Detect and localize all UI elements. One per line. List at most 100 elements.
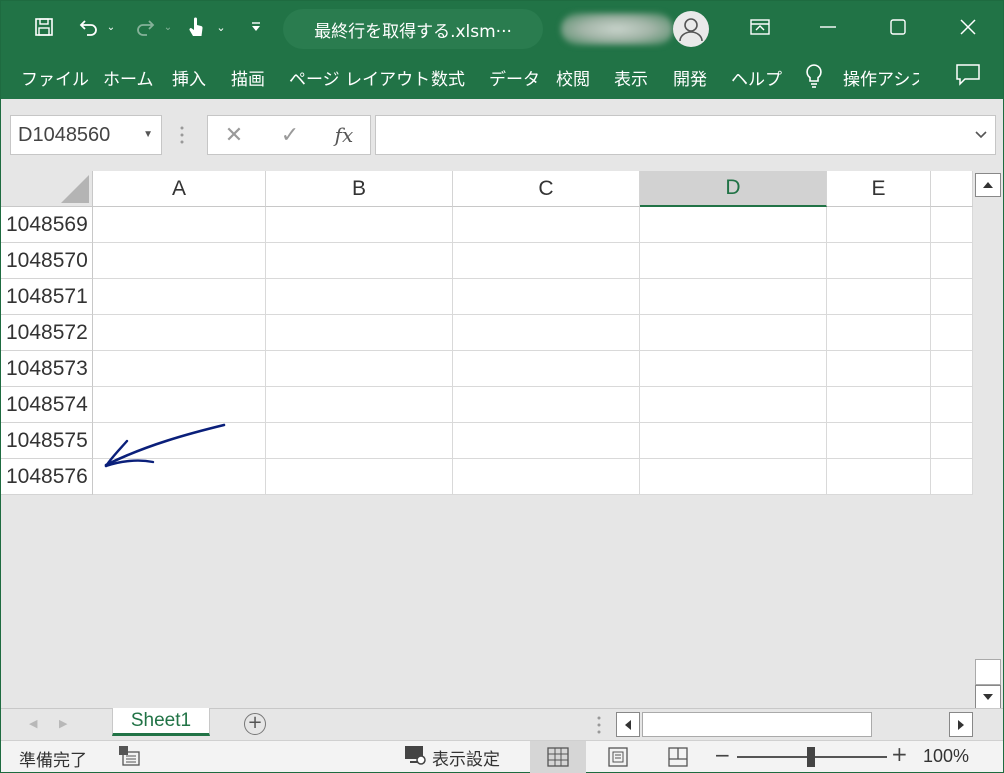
cell[interactable] <box>93 315 266 351</box>
normal-view-icon[interactable] <box>530 741 586 773</box>
cell[interactable] <box>453 279 640 315</box>
zoom-level[interactable]: 100% <box>923 746 969 767</box>
horizontal-scrollbar[interactable] <box>616 712 974 737</box>
cell[interactable] <box>453 315 640 351</box>
cell[interactable] <box>93 279 266 315</box>
horizontal-scroll-thumb[interactable] <box>642 712 872 737</box>
close-icon[interactable] <box>933 1 1003 53</box>
cell[interactable] <box>640 351 827 387</box>
row-header[interactable]: 1048570 <box>1 243 93 279</box>
cell[interactable] <box>931 207 973 243</box>
cell[interactable] <box>93 423 266 459</box>
cell[interactable] <box>93 459 266 495</box>
account-avatar-icon[interactable] <box>673 11 709 47</box>
scroll-up-icon[interactable] <box>975 173 1001 197</box>
cell[interactable] <box>640 243 827 279</box>
undo-icon[interactable] <box>75 13 103 41</box>
zoom-in-button[interactable]: + <box>891 742 908 766</box>
cell[interactable] <box>827 459 931 495</box>
cell[interactable] <box>931 351 973 387</box>
cell[interactable] <box>827 243 931 279</box>
touch-dropdown-chevron-icon[interactable]: ⌄ <box>213 13 229 41</box>
page-layout-view-icon[interactable] <box>590 741 646 773</box>
cell[interactable] <box>827 387 931 423</box>
cell[interactable] <box>931 243 973 279</box>
tab-draw[interactable]: 描画 <box>231 65 265 90</box>
cell[interactable] <box>640 423 827 459</box>
cell[interactable] <box>266 351 453 387</box>
display-settings-button[interactable]: 表示設定 <box>404 744 500 771</box>
cell[interactable] <box>931 423 973 459</box>
tab-file[interactable]: ファイル <box>21 65 89 90</box>
insert-function-icon[interactable]: fx <box>324 116 364 154</box>
cell[interactable] <box>931 387 973 423</box>
cell[interactable] <box>827 351 931 387</box>
name-box-dropdown-icon[interactable]: ▼ <box>143 116 153 154</box>
sheet-prev-icon[interactable]: ◀ <box>29 717 37 730</box>
vertical-scrollbar[interactable] <box>973 171 1003 709</box>
save-icon[interactable] <box>31 13 57 41</box>
row-header[interactable]: 1048572 <box>1 315 93 351</box>
cell[interactable] <box>266 387 453 423</box>
cell[interactable] <box>266 279 453 315</box>
lightbulb-icon[interactable] <box>804 63 824 93</box>
row-header[interactable]: 1048574 <box>1 387 93 423</box>
cell[interactable] <box>266 315 453 351</box>
cell[interactable] <box>640 459 827 495</box>
cell[interactable] <box>266 207 453 243</box>
column-header-e[interactable]: E <box>827 171 931 207</box>
vertical-scroll-thumb[interactable] <box>975 659 1001 685</box>
formula-input[interactable] <box>375 115 996 155</box>
scroll-left-icon[interactable] <box>616 712 640 737</box>
formula-bar-grip-icon[interactable] <box>179 125 185 145</box>
cell[interactable] <box>453 351 640 387</box>
cell[interactable] <box>827 207 931 243</box>
tab-view[interactable]: 表示 <box>614 65 648 90</box>
scroll-down-icon[interactable] <box>975 685 1001 709</box>
cell[interactable] <box>453 423 640 459</box>
cell[interactable] <box>931 459 973 495</box>
cell[interactable] <box>93 351 266 387</box>
row-header[interactable]: 1048575 <box>1 423 93 459</box>
zoom-slider-thumb[interactable] <box>807 747 815 767</box>
document-title[interactable]: 最終行を取得する.xlsm··· <box>283 9 543 49</box>
tab-insert[interactable]: 挿入 <box>172 65 206 90</box>
tab-home[interactable]: ホーム <box>103 65 154 90</box>
add-sheet-icon[interactable]: + <box>244 713 266 735</box>
cell[interactable] <box>453 243 640 279</box>
tab-formulas[interactable]: 数式 <box>431 65 465 90</box>
cell[interactable] <box>453 459 640 495</box>
cell[interactable] <box>93 243 266 279</box>
row-header[interactable]: 1048571 <box>1 279 93 315</box>
tab-page-layout[interactable]: ページ レイアウト <box>289 65 430 90</box>
row-header[interactable]: 1048569 <box>1 207 93 243</box>
comments-icon[interactable] <box>955 63 983 89</box>
cell[interactable] <box>453 387 640 423</box>
scroll-right-icon[interactable] <box>949 712 973 737</box>
cell[interactable] <box>640 387 827 423</box>
sheet-next-icon[interactable]: ▶ <box>59 717 67 730</box>
cell[interactable] <box>266 459 453 495</box>
minimize-icon[interactable] <box>793 1 863 53</box>
column-header-c[interactable]: C <box>453 171 640 207</box>
cell[interactable] <box>266 243 453 279</box>
undo-dropdown-chevron-icon[interactable]: ⌄ <box>104 13 118 41</box>
ribbon-display-icon[interactable] <box>725 1 795 53</box>
cell[interactable] <box>93 387 266 423</box>
sheet-tab-sheet1[interactable]: Sheet1 <box>112 708 210 736</box>
expand-formula-bar-chevron-icon[interactable] <box>973 126 989 142</box>
cell[interactable] <box>640 279 827 315</box>
select-all-corner[interactable] <box>1 171 93 207</box>
tab-developer[interactable]: 開発 <box>673 65 707 90</box>
column-header-partial[interactable] <box>931 171 973 207</box>
tab-review[interactable]: 校閲 <box>556 65 590 90</box>
enter-entry-icon[interactable]: ✓ <box>270 116 310 154</box>
column-header-a[interactable]: A <box>93 171 266 207</box>
name-box[interactable]: D1048560 ▼ <box>10 115 162 155</box>
row-header[interactable]: 1048573 <box>1 351 93 387</box>
accessibility-icon[interactable] <box>118 745 140 772</box>
cell[interactable] <box>640 207 827 243</box>
row-header[interactable]: 1048576 <box>1 459 93 495</box>
cell[interactable] <box>453 207 640 243</box>
cell[interactable] <box>827 423 931 459</box>
